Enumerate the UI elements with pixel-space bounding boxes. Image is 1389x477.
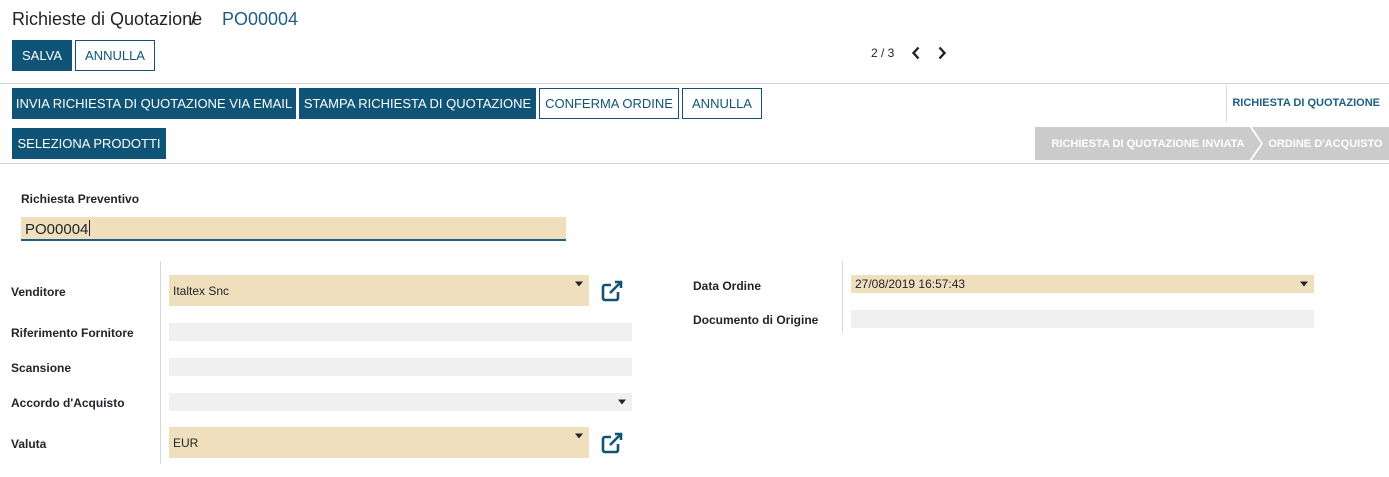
chevron-left-icon[interactable] — [909, 44, 923, 62]
save-button[interactable]: SALVA — [12, 40, 72, 71]
caret-down-icon — [1300, 281, 1308, 287]
reference-input[interactable]: PO00004 — [21, 217, 566, 241]
pager-value[interactable]: 2 / 3 — [871, 46, 894, 60]
select-products-button[interactable]: SELEZIONA PRODOTTI — [12, 128, 166, 159]
chevron-right-icon[interactable] — [935, 44, 949, 62]
caret-down-icon — [575, 281, 583, 287]
divider — [0, 163, 1389, 164]
print-rfq-button[interactable]: STAMPA RICHIESTA DI QUOTAZIONE — [299, 88, 536, 119]
scan-label: Scansione — [11, 361, 72, 375]
currency-label: Valuta — [11, 437, 47, 451]
vendor-ref-label: Riferimento Fornitore — [11, 326, 134, 340]
status-stage-purchase-order[interactable]: ORDINE D'ACQUISTO — [1252, 127, 1389, 160]
external-link-icon[interactable] — [600, 431, 624, 455]
group-divider — [160, 261, 161, 464]
currency-select[interactable]: EUR — [169, 427, 589, 458]
status-stage-rfq-sent[interactable]: RICHIESTA DI QUOTAZIONE INVIATA — [1035, 127, 1261, 160]
caret-down-icon — [618, 399, 626, 405]
origin-label: Documento di Origine — [693, 313, 819, 327]
origin-input[interactable] — [851, 310, 1314, 328]
status-stage-label: RICHIESTA DI QUOTAZIONE INVIATA — [1051, 137, 1245, 150]
breadcrumb-current: PO00004 — [222, 9, 299, 29]
vendor-select[interactable]: Italtex Snc — [169, 275, 589, 306]
vendor-ref-input[interactable] — [169, 323, 632, 341]
discard-button[interactable]: ANNULLA — [75, 40, 155, 71]
external-link-icon[interactable] — [600, 279, 624, 303]
currency-value: EUR — [173, 435, 199, 450]
reference-value: PO00004 — [25, 220, 91, 238]
vendor-value: Italtex Snc — [173, 283, 230, 298]
order-date-value: 27/08/2019 16:57:43 — [855, 277, 966, 291]
title-label: Richiesta Preventivo — [21, 192, 140, 206]
caret-down-icon — [575, 433, 583, 439]
send-rfq-email-button[interactable]: INVIA RICHIESTA DI QUOTAZIONE VIA EMAIL — [12, 88, 296, 119]
vendor-label: Venditore — [11, 285, 66, 299]
scan-input[interactable] — [169, 358, 632, 376]
cancel-order-button[interactable]: ANNULLA — [682, 88, 762, 119]
divider — [0, 83, 1389, 84]
breadcrumb-separator: / — [191, 9, 197, 29]
breadcrumb-root[interactable]: Richieste di Quotazione — [12, 9, 202, 30]
status-current[interactable]: RICHIESTA DI QUOTAZIONE — [1232, 97, 1380, 109]
statusbar-divider — [1226, 86, 1227, 122]
order-date-label: Data Ordine — [693, 279, 762, 293]
confirm-order-button[interactable]: CONFERMA ORDINE — [539, 88, 679, 119]
group-divider — [842, 261, 843, 333]
status-stage-label: ORDINE D'ACQUISTO — [1268, 137, 1383, 150]
agreement-select[interactable] — [169, 393, 632, 411]
order-date-input[interactable]: 27/08/2019 16:57:43 — [851, 275, 1314, 293]
agreement-label: Accordo d'Acquisto — [11, 396, 125, 410]
